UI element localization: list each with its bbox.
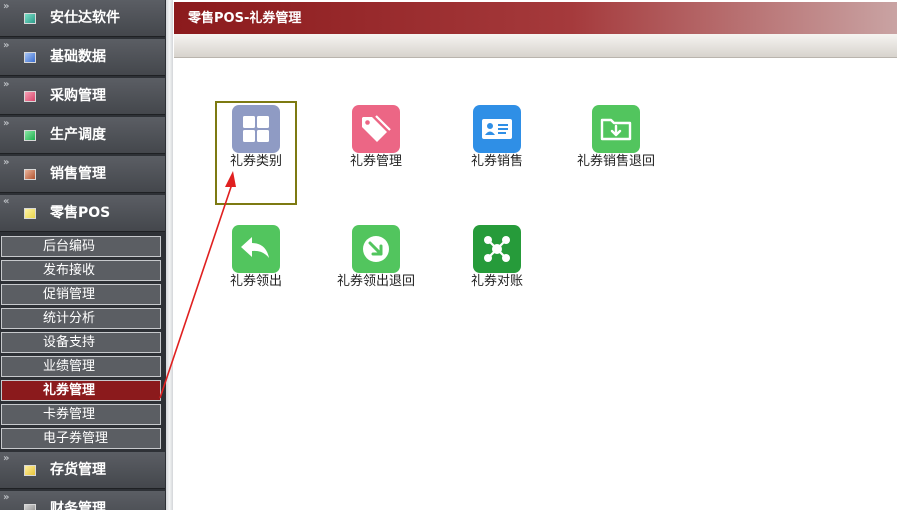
- app-window: » 安仕达软件 » 基础数据 » 采购管理 » 生产调度 » 销售管理 « 零售…: [0, 0, 897, 510]
- annotation-arrow: [159, 171, 236, 399]
